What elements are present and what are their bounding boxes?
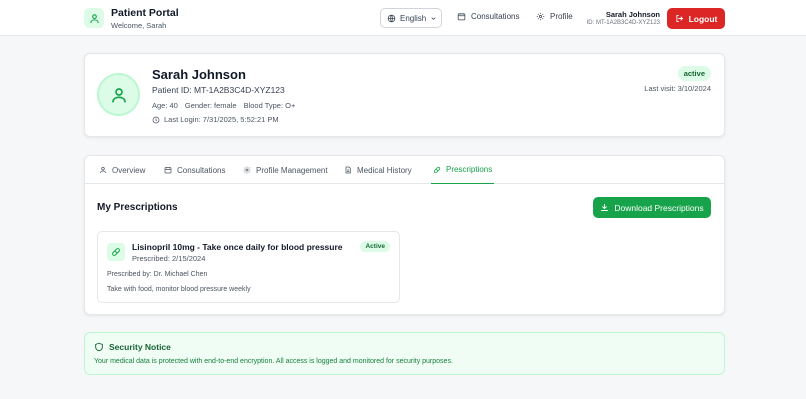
tab-consultations[interactable]: Consultations bbox=[164, 156, 225, 184]
patient-profile-card: Sarah Johnson Patient ID: MT-1A2B3C4D-XY… bbox=[84, 53, 725, 137]
status-badge: active bbox=[677, 66, 711, 81]
security-notice-title: Security Notice bbox=[109, 342, 171, 352]
last-login: Last Login: 7/31/2025, 5:52:21 PM bbox=[152, 115, 279, 124]
tab-overview[interactable]: Overview bbox=[99, 156, 145, 184]
pill-icon bbox=[433, 166, 441, 174]
patient-blood-type: Blood Type: O+ bbox=[243, 101, 296, 110]
language-value: English bbox=[400, 13, 427, 23]
security-notice-text: Your medical data is protected with end-… bbox=[94, 358, 453, 365]
prescription-card: Lisinopril 10mg - Take once daily for bl… bbox=[97, 231, 400, 303]
main-content-card: Overview Consultations Profile Managemen… bbox=[84, 155, 725, 315]
tab-consultations-label: Consultations bbox=[177, 165, 226, 175]
patient-id: Patient ID: MT-1A2B3C4D-XYZ123 bbox=[152, 85, 285, 95]
tab-profile-management-label: Profile Management bbox=[256, 165, 328, 175]
patient-meta: Age: 40 Gender: female Blood Type: O+ bbox=[152, 101, 295, 110]
welcome-text: Welcome, Sarah bbox=[111, 21, 167, 30]
gear-icon bbox=[243, 166, 251, 174]
user-logo-icon bbox=[84, 8, 104, 28]
tab-prescriptions[interactable]: Prescriptions bbox=[431, 156, 495, 184]
language-select[interactable]: English bbox=[380, 8, 442, 28]
nav-consultations-label: Consultations bbox=[471, 12, 520, 21]
last-visit: Last visit: 3/10/2024 bbox=[644, 84, 711, 93]
logout-label: Logout bbox=[688, 13, 718, 24]
avatar bbox=[97, 73, 140, 116]
patient-age: Age: 40 bbox=[152, 101, 178, 110]
tab-bar: Overview Consultations Profile Managemen… bbox=[85, 156, 724, 184]
user-icon bbox=[99, 166, 107, 174]
calendar-icon bbox=[164, 166, 172, 174]
nav-profile[interactable]: Profile bbox=[536, 12, 573, 21]
patient-name: Sarah Johnson bbox=[152, 67, 246, 82]
tab-profile-management[interactable]: Profile Management bbox=[243, 156, 328, 184]
app-title: Patient Portal bbox=[111, 7, 179, 19]
patient-gender: Gender: female bbox=[184, 101, 237, 110]
header-user-name: Sarah Johnson bbox=[605, 10, 660, 19]
shield-icon bbox=[94, 342, 104, 352]
prescription-note: Take with food, monitor blood pressure w… bbox=[107, 286, 251, 293]
nav-consultations[interactable]: Consultations bbox=[457, 12, 519, 21]
pill-icon bbox=[107, 243, 125, 261]
gear-icon bbox=[536, 12, 545, 21]
top-header: Patient Portal Welcome, Sarah English Co… bbox=[0, 0, 806, 36]
calendar-icon bbox=[457, 12, 466, 21]
globe-icon bbox=[387, 14, 396, 23]
logout-icon bbox=[675, 14, 684, 23]
chevron-down-icon bbox=[430, 15, 437, 22]
security-notice-heading: Security Notice bbox=[94, 342, 171, 352]
tab-medical-history-label: Medical History bbox=[357, 165, 412, 175]
last-login-text: Last Login: 7/31/2025, 5:52:21 PM bbox=[164, 115, 279, 124]
download-prescriptions-button[interactable]: Download Prescriptions bbox=[593, 197, 711, 218]
prescription-title: Lisinopril 10mg - Take once daily for bl… bbox=[132, 242, 343, 252]
download-icon bbox=[600, 203, 609, 212]
prescription-status-badge: Active bbox=[360, 241, 390, 252]
security-notice: Security Notice Your medical data is pro… bbox=[84, 332, 725, 375]
logout-button[interactable]: Logout bbox=[667, 8, 725, 29]
clock-icon bbox=[152, 116, 160, 124]
tab-medical-history[interactable]: Medical History bbox=[344, 156, 412, 184]
document-icon bbox=[344, 166, 352, 174]
prescribed-by: Prescribed by: Dr. Michael Chen bbox=[107, 271, 208, 278]
nav-profile-label: Profile bbox=[550, 12, 573, 21]
tab-overview-label: Overview bbox=[112, 165, 146, 175]
section-title: My Prescriptions bbox=[97, 202, 178, 213]
prescription-date: Prescribed: 2/15/2024 bbox=[132, 254, 206, 263]
download-label: Download Prescriptions bbox=[614, 202, 704, 213]
header-user-id: ID: MT-1A2B3C4D-XYZ123 bbox=[586, 20, 660, 26]
tab-prescriptions-label: Prescriptions bbox=[446, 165, 493, 174]
